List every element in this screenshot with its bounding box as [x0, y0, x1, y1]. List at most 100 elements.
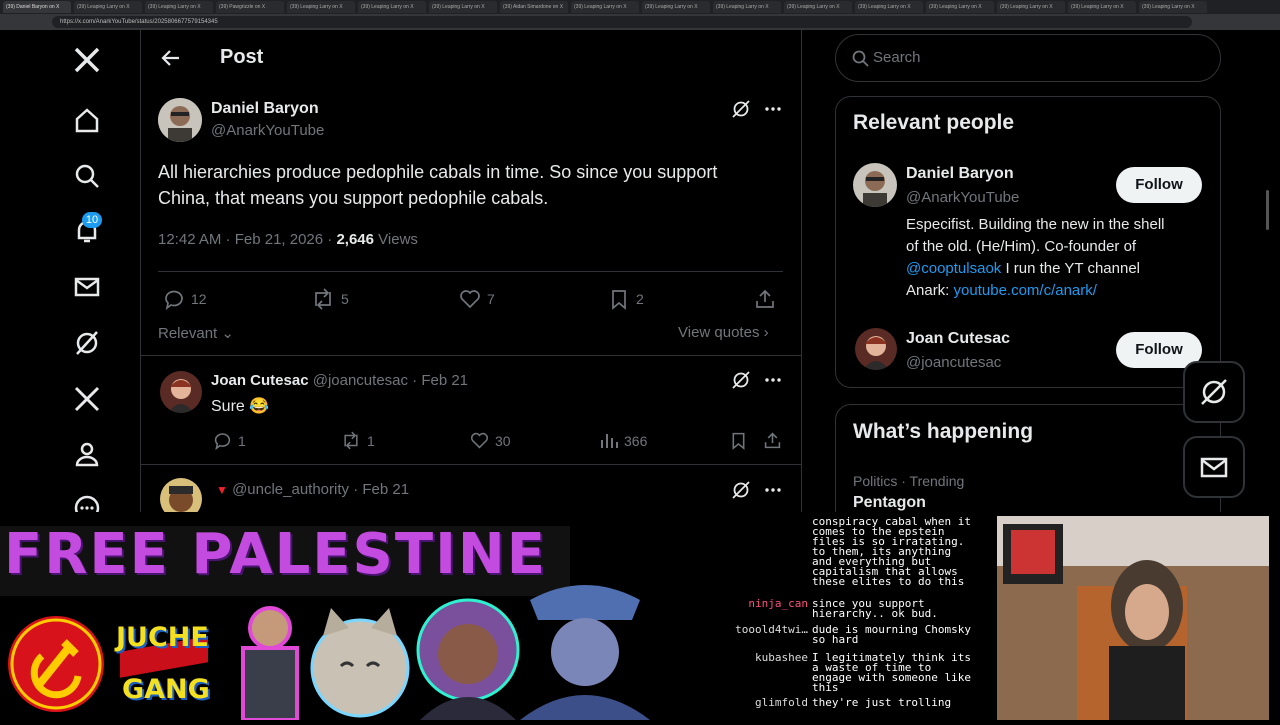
- browser-tab[interactable]: (39) Leaping Larry on X: [855, 1, 923, 13]
- browser-tab[interactable]: (39) Pawgrizzle on X: [216, 1, 284, 13]
- juche-gang-logo: JUCHE GANG: [114, 618, 214, 710]
- reply-header: ▼ @uncle_authority · Feb 21: [216, 481, 409, 498]
- views-count: 2,646: [336, 231, 374, 248]
- follow-button[interactable]: Follow: [1116, 167, 1202, 203]
- reply-author-name[interactable]: Joan Cutesac: [211, 372, 309, 389]
- repost-icon: [344, 431, 358, 450]
- person-handle[interactable]: @joancutesac: [906, 354, 1001, 371]
- x-logo-icon[interactable]: [72, 45, 102, 75]
- grok-icon[interactable]: [731, 370, 751, 395]
- more-options-icon[interactable]: [763, 370, 783, 395]
- like-button[interactable]: 30: [470, 431, 511, 450]
- view-quotes-label: View quotes: [678, 324, 760, 341]
- portrait-sticker: [225, 600, 315, 722]
- person-avatar[interactable]: [855, 328, 897, 370]
- reply-header: Joan Cutesac @joancutesac · Feb 21: [211, 372, 468, 389]
- search-input[interactable]: Search: [835, 34, 1221, 82]
- author-handle[interactable]: @AnarkYouTube: [211, 122, 324, 139]
- browser-tab[interactable]: (39) Leaping Larry on X: [997, 1, 1065, 13]
- left-nav: 10: [8, 30, 141, 512]
- person-handle[interactable]: @AnarkYouTube: [906, 189, 1019, 206]
- x-premium-icon[interactable]: [72, 384, 102, 414]
- search-placeholder: Search: [873, 49, 921, 66]
- share-button[interactable]: [754, 288, 776, 310]
- grok-icon[interactable]: [731, 480, 751, 505]
- browser-tab[interactable]: (39) Leaping Larry on X: [429, 1, 497, 13]
- browser-tab[interactable]: (39) Leaping Larry on X: [145, 1, 213, 13]
- grok-fab[interactable]: [1183, 361, 1245, 423]
- views-label: Views: [374, 231, 418, 248]
- repost-button[interactable]: 5: [311, 288, 349, 310]
- browser-tab[interactable]: (39) Leaping Larry on X: [74, 1, 142, 13]
- author-name[interactable]: Daniel Baryon: [211, 100, 319, 118]
- relevant-people-title: Relevant people: [853, 111, 1015, 134]
- like-button[interactable]: 7: [459, 288, 495, 310]
- profile-icon[interactable]: [72, 439, 102, 469]
- back-arrow-icon[interactable]: [161, 48, 181, 73]
- heart-icon: [470, 432, 489, 449]
- bookmark-count: 2: [636, 291, 644, 307]
- person-avatar[interactable]: [853, 163, 897, 207]
- bio-mention-link[interactable]: @cooptulsaok: [906, 260, 1001, 277]
- post-text: All hierarchies produce pedophile cabals…: [158, 159, 717, 211]
- bio-url-link[interactable]: youtube.com/c/anark/: [954, 282, 1097, 299]
- browser-tab[interactable]: (39) Leaping Larry on X: [1139, 1, 1207, 13]
- browser-tab[interactable]: (39) Leaping Larry on X: [642, 1, 710, 13]
- browser-tab[interactable]: (39) Daniel Baryon on X: [3, 1, 71, 13]
- share-icon[interactable]: [763, 431, 782, 455]
- more-options-icon[interactable]: [763, 99, 783, 124]
- browser-tab[interactable]: (39) Leaping Larry on X: [1068, 1, 1136, 13]
- reply-text: Sure 😂: [211, 398, 270, 415]
- messages-fab[interactable]: [1183, 436, 1245, 498]
- more-icon[interactable]: [72, 493, 102, 512]
- trend-name[interactable]: Pentagon: [853, 494, 926, 512]
- mail-icon: [1200, 457, 1228, 478]
- views-button[interactable]: 366: [599, 431, 647, 450]
- sort-dropdown[interactable]: Relevant ⌄: [158, 324, 234, 342]
- browser-tab[interactable]: (39) Aidan Simardone on X: [500, 1, 568, 13]
- chat-message: I legitimately think its a waste of time…: [812, 651, 971, 694]
- author-avatar[interactable]: [158, 98, 202, 142]
- chat-message: they're just trolling: [812, 696, 952, 709]
- grok-icon[interactable]: [72, 328, 102, 358]
- x-app: 10 Post Daniel Baryon @AnarkYouTube All …: [8, 30, 1270, 512]
- browser-tab[interactable]: (39) Leaping Larry on X: [713, 1, 781, 13]
- reply-button[interactable]: 1: [213, 431, 246, 450]
- post-timestamp[interactable]: 12:42 AM · Feb 21, 2026 ·: [158, 231, 336, 248]
- post-column: Post Daniel Baryon @AnarkYouTube All hie…: [141, 30, 802, 512]
- person-name[interactable]: Daniel Baryon: [906, 165, 1014, 183]
- bookmark-icon[interactable]: [729, 431, 748, 455]
- person-name[interactable]: Joan Cutesac: [906, 330, 1010, 348]
- browser-tab[interactable]: (39) Leaping Larry on X: [358, 1, 426, 13]
- free-palestine-banner: FREE PALESTINE: [4, 522, 548, 587]
- view-quotes-link[interactable]: View quotes ›: [678, 324, 769, 341]
- trend-category: Politics · Trending: [853, 473, 965, 489]
- mail-icon[interactable]: [72, 272, 102, 302]
- bio-line: of the old. (He/Him). Co-founder of: [906, 238, 1137, 255]
- browser-tab[interactable]: (39) Leaping Larry on X: [287, 1, 355, 13]
- page-title: Post: [220, 46, 264, 68]
- search-icon[interactable]: [72, 161, 102, 191]
- chevron-down-icon: ⌄: [217, 325, 234, 342]
- reply-avatar[interactable]: [160, 478, 202, 512]
- divider: [158, 271, 783, 272]
- more-options-icon[interactable]: [763, 480, 783, 505]
- home-icon[interactable]: [72, 105, 102, 135]
- browser-tab[interactable]: (39) Leaping Larry on X: [784, 1, 852, 13]
- whats-happening-card: What’s happening Politics · Trending Pen…: [835, 404, 1221, 512]
- reply-author-handle[interactable]: @joancutesac · Feb 21: [313, 372, 468, 389]
- bio-text: I run the YT channel: [1001, 260, 1140, 277]
- like-count: 7: [487, 291, 495, 307]
- browser-tab[interactable]: (39) Leaping Larry on X: [926, 1, 994, 13]
- grok-icon[interactable]: [731, 99, 751, 124]
- chat-username: ninja_can: [748, 597, 808, 610]
- reply-avatar[interactable]: [160, 371, 202, 413]
- repost-button[interactable]: 1: [341, 431, 375, 450]
- scrollbar[interactable]: [1266, 190, 1269, 230]
- address-bar[interactable]: https://x.com/AnarkYouTube/status/202580…: [52, 16, 1192, 28]
- reply-author-handle[interactable]: @uncle_authority · Feb 21: [232, 481, 409, 498]
- browser-tab[interactable]: (39) Leaping Larry on X: [571, 1, 639, 13]
- chat-username: tooold4twi…: [735, 623, 808, 636]
- bookmark-button[interactable]: 2: [608, 288, 644, 310]
- reply-button[interactable]: 12: [163, 288, 207, 310]
